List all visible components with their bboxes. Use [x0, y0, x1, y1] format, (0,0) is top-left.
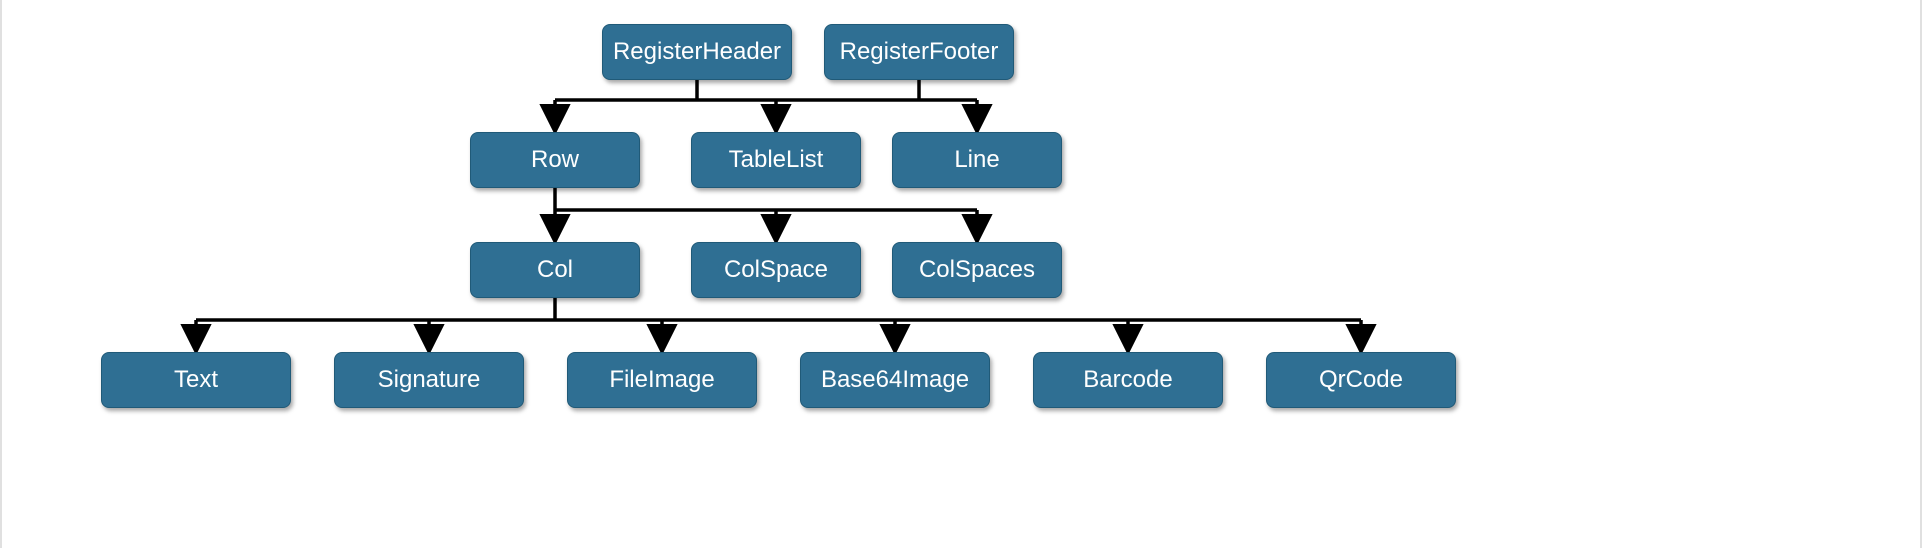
node-base64image: Base64Image — [800, 352, 990, 408]
node-fileimage: FileImage — [567, 352, 757, 408]
node-qrcode: QrCode — [1266, 352, 1456, 408]
node-register-footer: RegisterFooter — [824, 24, 1014, 80]
node-text: Text — [101, 352, 291, 408]
node-tablelist: TableList — [691, 132, 861, 188]
node-line: Line — [892, 132, 1062, 188]
node-signature: Signature — [334, 352, 524, 408]
node-register-header: RegisterHeader — [602, 24, 792, 80]
node-colspace: ColSpace — [691, 242, 861, 298]
node-colspaces: ColSpaces — [892, 242, 1062, 298]
diagram-canvas: RegisterHeader RegisterFooter Row TableL… — [0, 0, 1922, 548]
node-row: Row — [470, 132, 640, 188]
node-barcode: Barcode — [1033, 352, 1223, 408]
node-col: Col — [470, 242, 640, 298]
